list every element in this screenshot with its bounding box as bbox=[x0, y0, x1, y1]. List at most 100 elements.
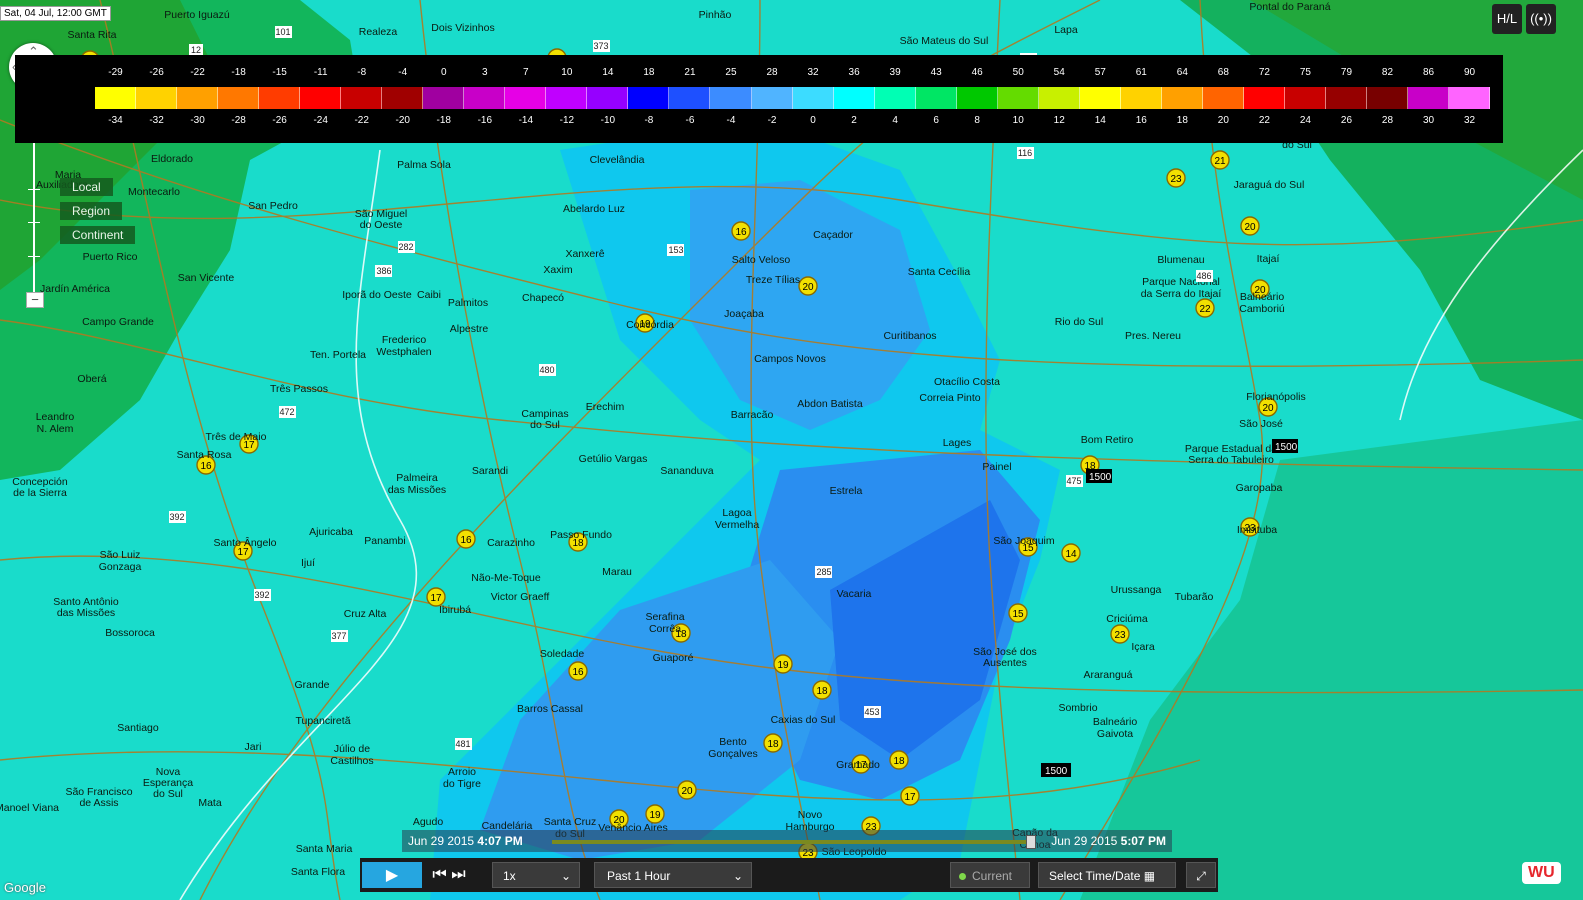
svg-text:392: 392 bbox=[254, 590, 269, 600]
svg-text:Três de Maio: Três de Maio bbox=[206, 431, 267, 443]
legend-color-swatch bbox=[752, 87, 793, 109]
svg-text:Ausentes: Ausentes bbox=[983, 657, 1027, 669]
svg-text:Xaxim: Xaxim bbox=[543, 264, 572, 276]
svg-text:18: 18 bbox=[893, 756, 905, 767]
legend-c-label: 8 bbox=[957, 115, 998, 126]
svg-text:San Vicente: San Vicente bbox=[178, 272, 235, 284]
svg-text:Marau: Marau bbox=[602, 566, 632, 578]
legend-c-label: 20 bbox=[1203, 115, 1244, 126]
legend-f-label: 90 bbox=[1449, 67, 1490, 78]
svg-text:Ten. Portela: Ten. Portela bbox=[310, 349, 366, 361]
svg-text:Erechim: Erechim bbox=[586, 401, 625, 413]
legend-c-label: 28 bbox=[1367, 115, 1408, 126]
svg-text:Curitibanos: Curitibanos bbox=[883, 330, 936, 342]
speed-select[interactable]: 1x⌄ bbox=[492, 862, 580, 888]
svg-text:Jari: Jari bbox=[245, 741, 262, 753]
svg-text:373: 373 bbox=[593, 41, 608, 51]
select-time-date-button[interactable]: Select Time/Date ▦ bbox=[1038, 862, 1176, 888]
svg-text:do Sul: do Sul bbox=[153, 788, 183, 800]
svg-text:16: 16 bbox=[200, 461, 212, 472]
legend-color-swatch bbox=[546, 87, 587, 109]
svg-text:Clevelândia: Clevelândia bbox=[590, 154, 645, 166]
svg-text:Pontal do Paraná: Pontal do Paraná bbox=[1249, 1, 1330, 13]
time-range-select[interactable]: Past 1 Hour⌄ bbox=[594, 862, 752, 888]
play-button[interactable]: ▶ bbox=[362, 862, 422, 888]
svg-text:21: 21 bbox=[1214, 156, 1226, 167]
zoom-out-button[interactable]: − bbox=[26, 292, 44, 308]
legend-c-label: -12 bbox=[546, 115, 587, 126]
legend-f-label: 39 bbox=[875, 67, 916, 78]
status-dot-icon bbox=[959, 873, 966, 880]
legend-f-label: 25 bbox=[710, 67, 751, 78]
svg-text:Santo Ângelo: Santo Ângelo bbox=[213, 536, 276, 549]
svg-text:1500: 1500 bbox=[1089, 472, 1112, 483]
level-region-button[interactable]: Region bbox=[60, 202, 122, 220]
svg-text:Iporã do Oeste: Iporã do Oeste bbox=[342, 289, 412, 301]
svg-text:20: 20 bbox=[802, 282, 814, 293]
legend-color-swatch bbox=[916, 87, 957, 109]
level-local-button[interactable]: Local bbox=[60, 178, 113, 196]
svg-text:20: 20 bbox=[1262, 403, 1274, 414]
step-forward-icon[interactable]: ⏭ bbox=[451, 866, 465, 883]
svg-text:19: 19 bbox=[649, 810, 661, 821]
zoom-slider[interactable] bbox=[33, 122, 35, 302]
svg-text:1500: 1500 bbox=[1275, 442, 1298, 453]
broadcast-icon[interactable]: ((•)) bbox=[1526, 4, 1556, 34]
step-back-icon[interactable]: ⏮ bbox=[432, 866, 446, 883]
legend-color-swatch bbox=[834, 87, 875, 109]
legend-f-label: 46 bbox=[957, 67, 998, 78]
svg-text:481: 481 bbox=[455, 739, 470, 749]
legend-c-label: 12 bbox=[1039, 115, 1080, 126]
svg-text:Chapecó: Chapecó bbox=[522, 292, 564, 304]
high-low-toggle-button[interactable]: H/L bbox=[1492, 4, 1522, 34]
svg-text:Serafina: Serafina bbox=[645, 611, 684, 623]
legend-f-label: -22 bbox=[177, 67, 218, 78]
zoom-handle[interactable] bbox=[28, 222, 40, 223]
legend-f-label: 68 bbox=[1203, 67, 1244, 78]
step-buttons[interactable]: ⏮ ⏭ bbox=[424, 862, 474, 888]
current-button[interactable]: Current bbox=[950, 862, 1030, 888]
legend-c-label: -10 bbox=[587, 115, 628, 126]
svg-text:285: 285 bbox=[816, 567, 831, 577]
svg-text:Serra do Tabuleiro: Serra do Tabuleiro bbox=[1188, 454, 1274, 466]
legend-f-label: 61 bbox=[1121, 67, 1162, 78]
svg-text:Tubarão: Tubarão bbox=[1175, 591, 1214, 603]
svg-text:17: 17 bbox=[904, 792, 916, 803]
svg-text:Santiago: Santiago bbox=[117, 722, 159, 734]
svg-text:Realeza: Realeza bbox=[359, 26, 398, 38]
legend-f-label: 32 bbox=[793, 67, 834, 78]
expand-icon[interactable]: ⤢ bbox=[1186, 862, 1216, 888]
svg-text:Victor Graeff: Victor Graeff bbox=[491, 591, 550, 603]
legend-c-label: 30 bbox=[1408, 115, 1449, 126]
legend-color-swatch bbox=[1039, 87, 1080, 109]
svg-text:Gonzaga: Gonzaga bbox=[99, 561, 142, 573]
svg-text:Pres. Nereu: Pres. Nereu bbox=[1125, 330, 1181, 342]
svg-text:Montecarlo: Montecarlo bbox=[128, 186, 180, 198]
svg-text:Gonçalves: Gonçalves bbox=[708, 748, 758, 760]
zoom-tick bbox=[28, 256, 40, 257]
chevron-down-icon: ⌄ bbox=[561, 863, 571, 889]
svg-text:Abdon Batista: Abdon Batista bbox=[797, 398, 863, 410]
svg-text:Puerto Iguazú: Puerto Iguazú bbox=[164, 9, 230, 21]
svg-text:Lapa: Lapa bbox=[1054, 24, 1078, 36]
legend-f-label: 86 bbox=[1408, 67, 1449, 78]
svg-text:Palmeira: Palmeira bbox=[396, 472, 438, 484]
svg-text:Três Passos: Três Passos bbox=[270, 383, 328, 395]
legend-f-label: -15 bbox=[259, 67, 300, 78]
legend-c-label: -20 bbox=[382, 115, 423, 126]
legend-color-swatch bbox=[341, 87, 382, 109]
svg-text:Panambi: Panambi bbox=[364, 535, 405, 547]
svg-text:282: 282 bbox=[398, 242, 413, 252]
legend-color-swatch bbox=[793, 87, 834, 109]
legend-f-label: 10 bbox=[546, 67, 587, 78]
svg-text:Getúlio Vargas: Getúlio Vargas bbox=[579, 453, 648, 465]
svg-text:Içara: Içara bbox=[1131, 641, 1155, 653]
chevron-down-icon: ⌄ bbox=[733, 863, 743, 889]
legend-c-label: 18 bbox=[1162, 115, 1203, 126]
svg-text:Manoel Viana: Manoel Viana bbox=[0, 802, 59, 814]
level-continent-button[interactable]: Continent bbox=[60, 226, 135, 244]
svg-text:Xanxerê: Xanxerê bbox=[565, 248, 604, 260]
time-slider-track[interactable] bbox=[552, 840, 1032, 844]
time-slider-handle[interactable] bbox=[1026, 835, 1036, 849]
svg-text:Barros Cassal: Barros Cassal bbox=[517, 703, 583, 715]
